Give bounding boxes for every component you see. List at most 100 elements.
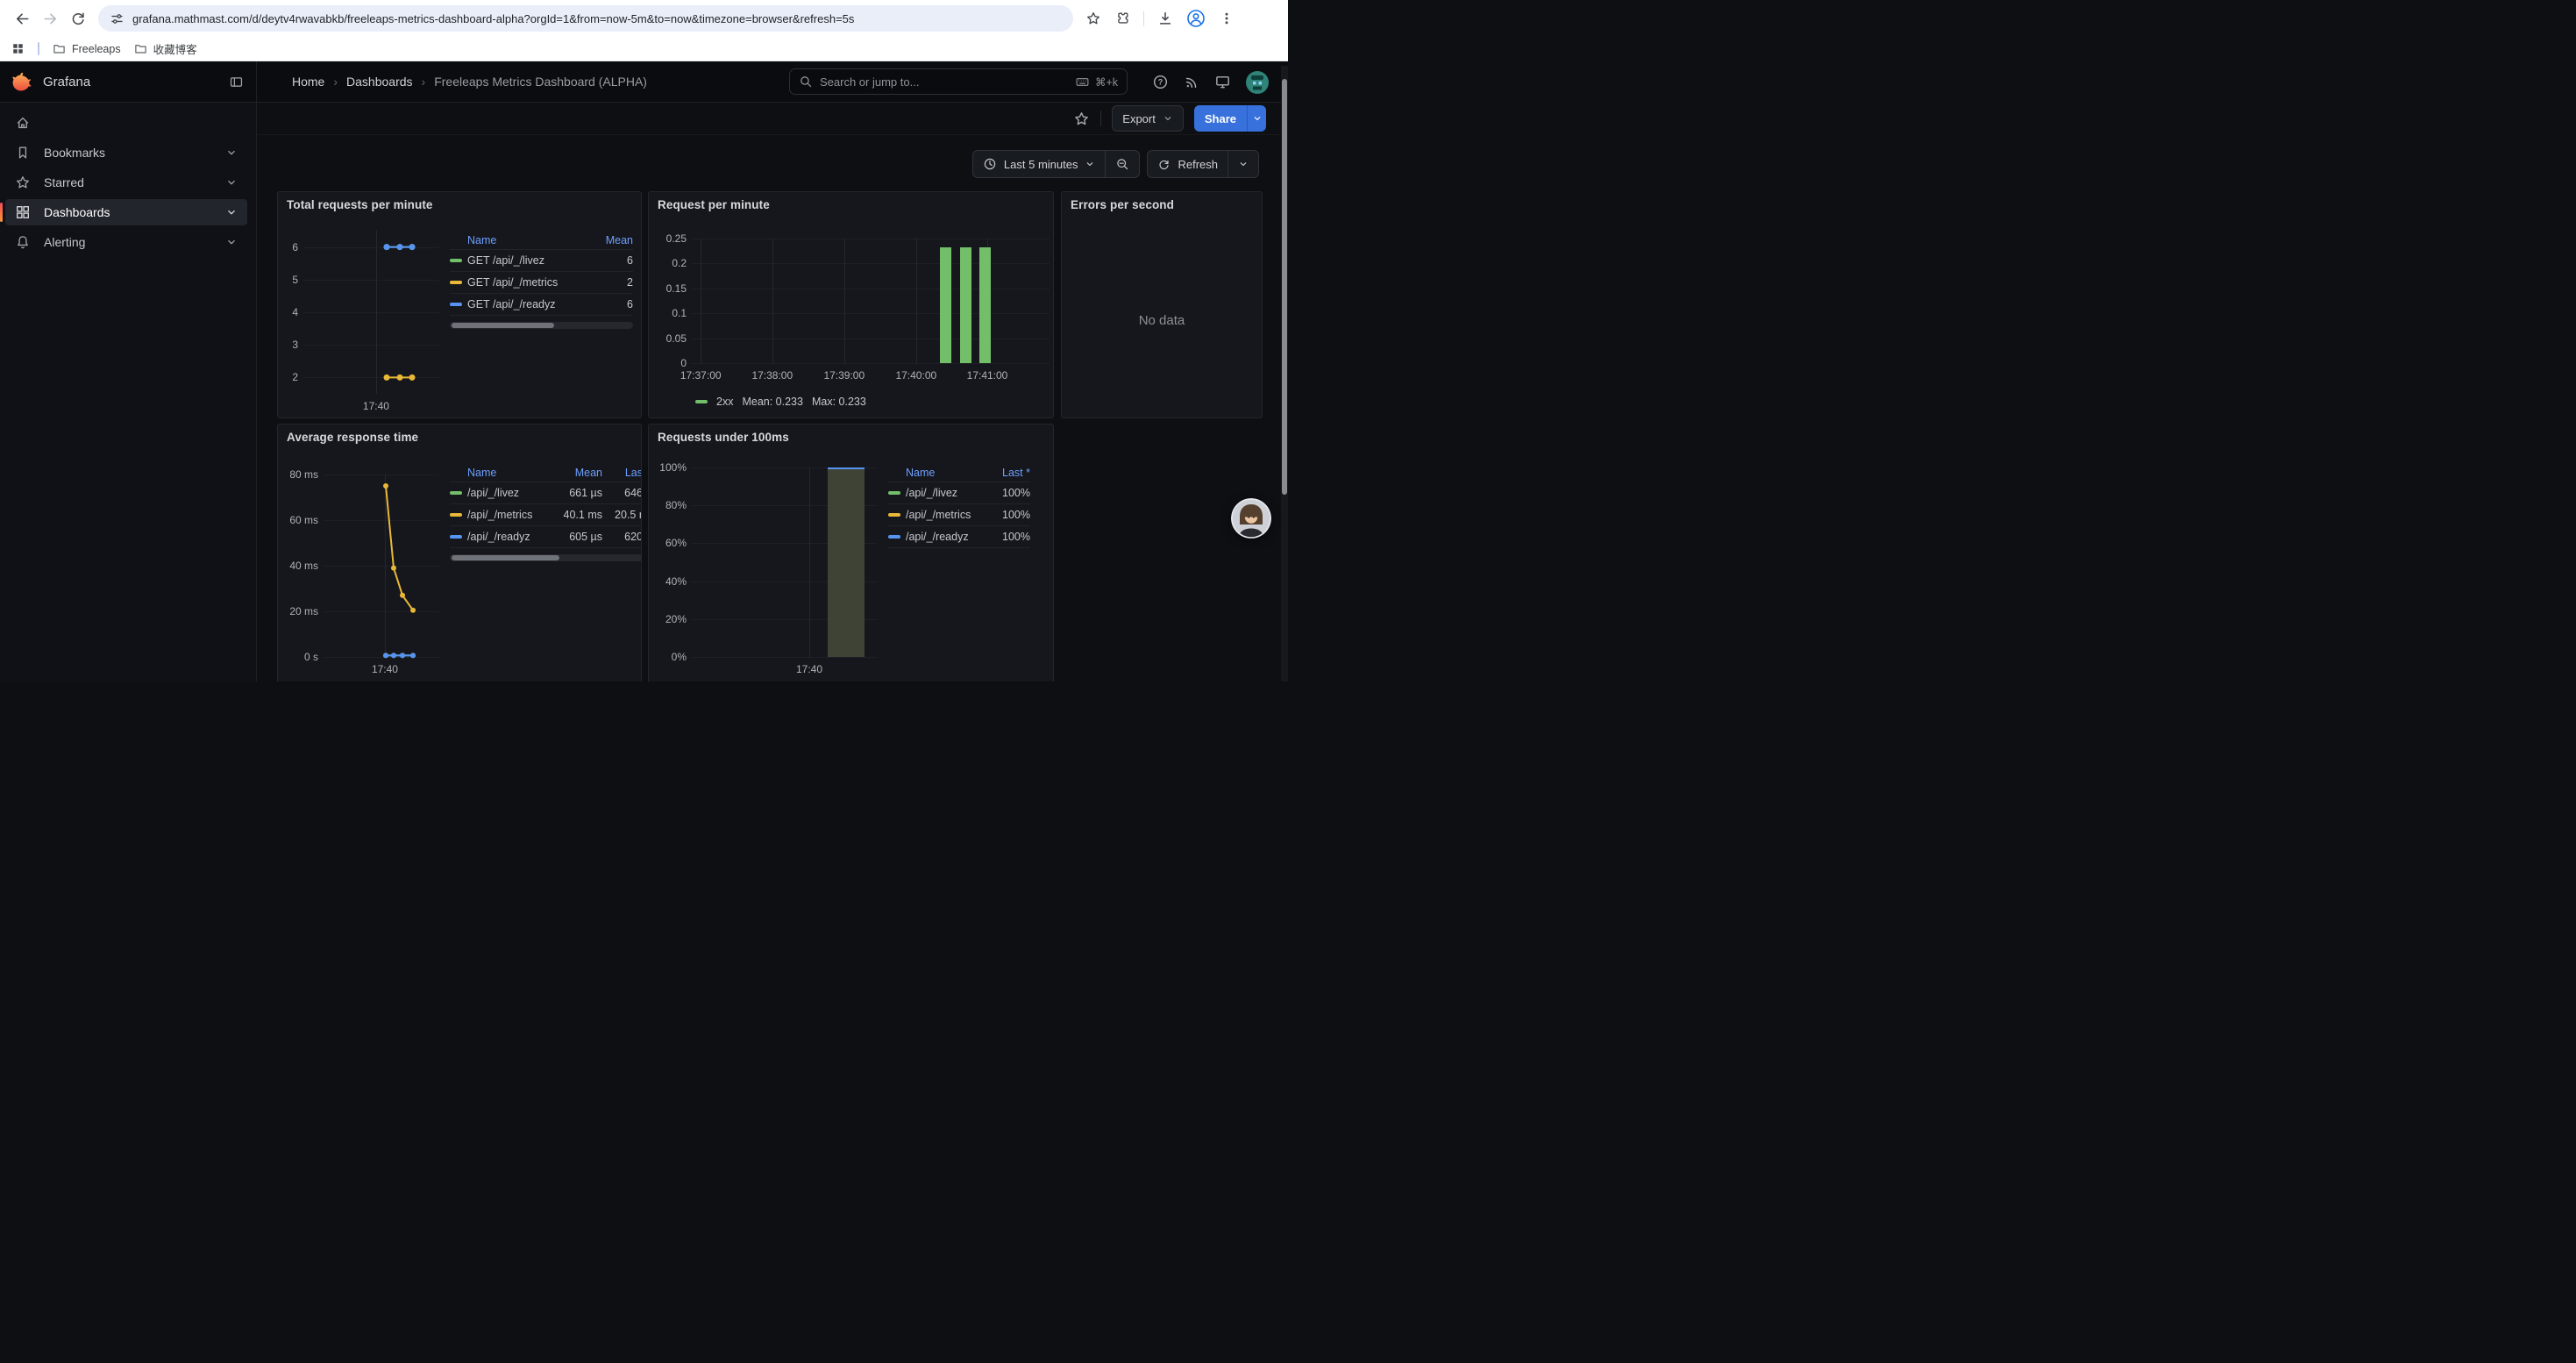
time-range-picker[interactable]: Last 5 minutes <box>973 151 1106 177</box>
share-menu-button[interactable] <box>1247 105 1266 132</box>
refresh-label: Refresh <box>1178 158 1218 171</box>
help-button[interactable]: ? <box>1152 74 1169 90</box>
apps-grid-button[interactable] <box>11 42 25 55</box>
zoom-out-time-button[interactable] <box>1105 151 1139 177</box>
series-name[interactable]: 2xx <box>716 396 733 408</box>
bookmarks-divider <box>38 42 39 55</box>
data-point <box>384 244 390 250</box>
url-bar[interactable]: grafana.mathmast.com/d/deytv4rwavabkb/fr… <box>98 5 1073 32</box>
legend-scrollbar-thumb[interactable] <box>452 323 554 328</box>
sidebar-toggle-button[interactable] <box>229 75 244 89</box>
news-button[interactable] <box>1184 75 1199 90</box>
y-axis-tick-label: 20 ms <box>277 605 318 617</box>
folder-icon <box>134 42 147 55</box>
panel-errors-per-second: Errors per second No data <box>1061 191 1263 418</box>
series-name[interactable]: GET /api/_/metrics <box>467 276 586 289</box>
star-icon <box>1085 11 1101 26</box>
panel-title[interactable]: Errors per second <box>1071 198 1174 211</box>
series-name[interactable]: GET /api/_/livez <box>467 254 586 267</box>
panel-legend: 2xx Mean: 0.233 Max: 0.233 <box>695 396 866 408</box>
y-axis-tick-label: 0.25 <box>648 232 687 245</box>
legend-header-mean[interactable]: Mean <box>548 467 602 479</box>
sidebar-item-starred[interactable]: Starred <box>5 169 247 196</box>
page-scrollbar-thumb[interactable] <box>1282 79 1287 495</box>
profile-button[interactable] <box>1186 9 1206 28</box>
folder-icon <box>53 42 66 55</box>
sidebar-item-dashboards[interactable]: Dashboards <box>5 199 247 225</box>
user-avatar[interactable] <box>1246 71 1269 94</box>
back-button[interactable] <box>9 5 35 32</box>
sidebar-item-home[interactable] <box>5 110 247 136</box>
series-name[interactable]: /api/_/metrics <box>467 509 548 521</box>
legend-scrollbar[interactable] <box>450 322 633 329</box>
gridline-vertical <box>772 239 773 363</box>
chevron-down-icon <box>225 176 238 189</box>
legend-header-name[interactable]: Name <box>467 234 586 246</box>
breadcrumb-separator: › <box>422 75 426 89</box>
series-mean: 6 <box>586 254 633 267</box>
bar <box>960 247 971 363</box>
reload-button[interactable] <box>65 5 91 32</box>
export-button[interactable]: Export <box>1112 105 1184 132</box>
sidebar-item-alerting[interactable]: Alerting <box>5 229 247 255</box>
search-icon <box>799 75 813 89</box>
chevron-down-icon <box>1085 159 1095 169</box>
breadcrumb: Home › Dashboards › Freeleaps Metrics Da… <box>257 75 647 89</box>
bookmark-folder-blogs[interactable]: 收藏博客 <box>134 40 197 57</box>
clock-icon <box>983 157 997 171</box>
legend-header-name[interactable]: Name <box>906 467 985 479</box>
series-name[interactable]: /api/_/livez <box>906 487 985 499</box>
y-axis-tick-label: 60% <box>648 537 687 549</box>
legend-scrollbar[interactable] <box>450 554 642 561</box>
home-icon <box>15 115 31 131</box>
refresh-button[interactable]: Refresh <box>1148 151 1228 177</box>
chart-request-per-minute[interactable]: 0.250.20.150.10.05017:37:0017:38:0017:39… <box>649 192 1053 417</box>
refresh-icon <box>1157 158 1171 171</box>
y-axis-tick-label: 40 ms <box>277 560 318 572</box>
breadcrumb-dashboards[interactable]: Dashboards <box>346 75 413 89</box>
favorite-dashboard-button[interactable] <box>1073 111 1090 127</box>
downloads-button[interactable] <box>1157 11 1173 26</box>
series-name[interactable]: /api/_/metrics <box>906 509 985 521</box>
share-label: Share <box>1205 112 1236 125</box>
bookmark-folder-freeleaps[interactable]: Freeleaps <box>53 42 121 55</box>
bookmark-folder-label: Freeleaps <box>72 43 121 55</box>
y-axis-tick-label: 60 ms <box>277 514 318 526</box>
page-scrollbar[interactable] <box>1281 66 1288 682</box>
refresh-interval-button[interactable] <box>1228 151 1258 177</box>
brand-zone: Grafana <box>0 61 257 102</box>
legend-swatch-spacer <box>450 239 462 242</box>
legend-header-last[interactable]: Las <box>602 467 642 479</box>
search-input[interactable]: Search or jump to... ⌘+k <box>789 68 1128 95</box>
series-last: 100% <box>985 509 1030 521</box>
legend-header-mean[interactable]: Mean <box>586 234 633 246</box>
forward-button[interactable] <box>37 5 63 32</box>
dashboards-grid-icon <box>15 204 31 220</box>
grafana-logo <box>12 71 33 92</box>
series-name[interactable]: GET /api/_/readyz <box>467 298 586 310</box>
y-axis-tick-label: 20% <box>648 613 687 625</box>
bar <box>979 247 991 363</box>
browser-menu-button[interactable] <box>1219 11 1235 26</box>
series-name[interactable]: /api/_/readyz <box>906 531 985 543</box>
share-button[interactable]: Share <box>1194 105 1247 132</box>
legend-header-name[interactable]: Name <box>467 467 548 479</box>
series-swatch <box>888 535 900 539</box>
search-shortcut-keys: ⌘+k <box>1095 75 1118 89</box>
bookmark-star-button[interactable] <box>1085 11 1101 26</box>
bar <box>828 467 865 657</box>
y-axis-tick-label: 0% <box>648 651 687 663</box>
legend-header-last[interactable]: Last * <box>985 467 1030 479</box>
assistant-avatar[interactable] <box>1231 498 1271 539</box>
series-last: 100% <box>985 531 1030 543</box>
sidebar-item-bookmarks[interactable]: Bookmarks <box>5 139 247 166</box>
kiosk-mode-button[interactable] <box>1214 74 1231 90</box>
extensions-button[interactable] <box>1114 11 1130 26</box>
breadcrumb-home[interactable]: Home <box>292 75 324 89</box>
chevron-down-icon <box>225 146 238 159</box>
legend-scrollbar-thumb[interactable] <box>452 555 559 560</box>
star-icon <box>1073 111 1090 127</box>
series-name[interactable]: /api/_/readyz <box>467 531 548 543</box>
bell-icon <box>15 234 31 250</box>
series-name[interactable]: /api/_/livez <box>467 487 548 499</box>
